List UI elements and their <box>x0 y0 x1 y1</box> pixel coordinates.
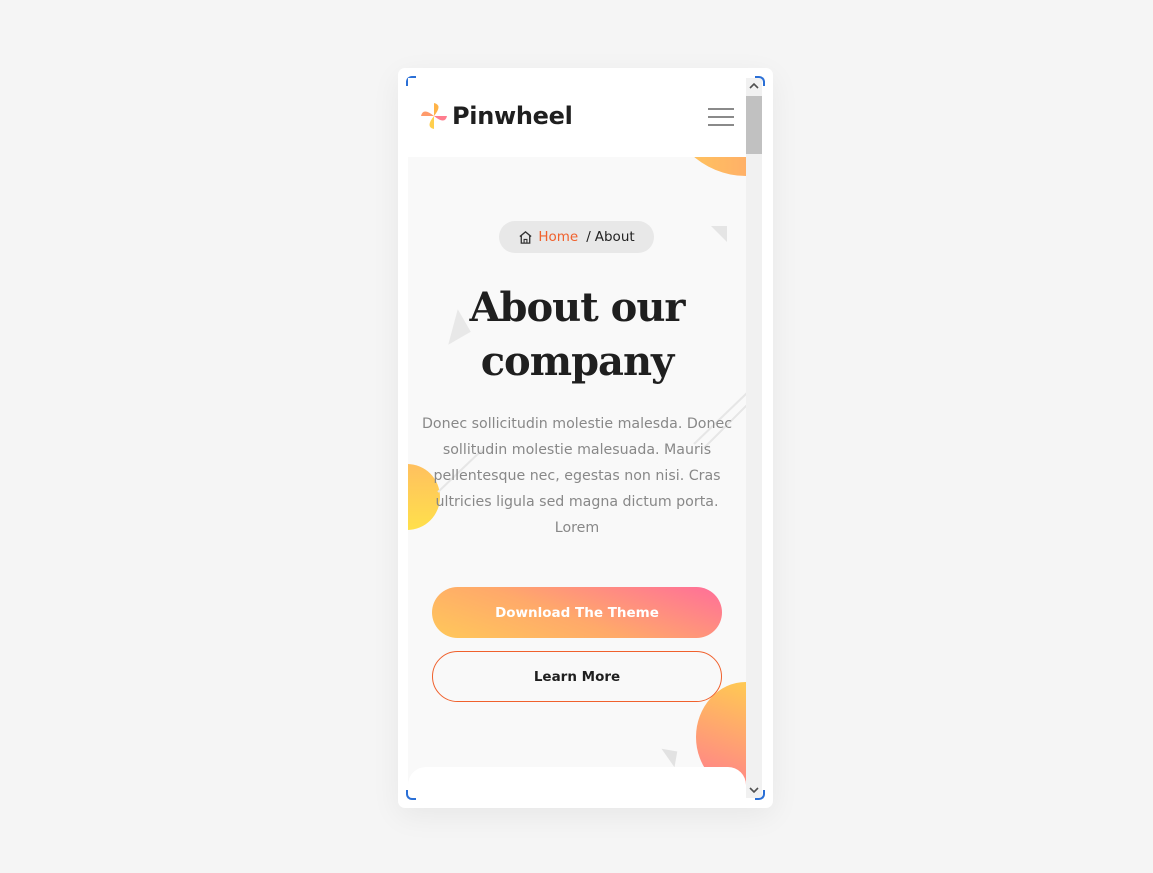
scrollbar[interactable] <box>746 78 762 798</box>
breadcrumb-separator: / <box>586 229 591 245</box>
hero-description: Donec sollicitudin molestie malesda. Don… <box>422 416 733 536</box>
logo[interactable]: Pinwheel <box>419 101 573 131</box>
hamburger-menu-icon[interactable] <box>708 108 735 128</box>
breadcrumb-home-link[interactable]: Home <box>538 229 578 245</box>
download-theme-button[interactable]: Download The Theme <box>432 587 722 638</box>
focus-corner-top-right <box>755 76 765 86</box>
learn-more-button[interactable]: Learn More <box>432 651 722 702</box>
page-title-line-1: About our <box>469 284 685 331</box>
site-header: Pinwheel <box>408 78 746 157</box>
content-card <box>408 767 746 798</box>
pinwheel-icon <box>421 103 447 129</box>
page-title-line-2: company <box>480 338 675 385</box>
decorative-triangle-bottom <box>658 748 678 768</box>
focus-corner-bottom-left <box>406 790 416 800</box>
breadcrumb: Home / About <box>499 221 654 253</box>
decorative-triangle-top <box>711 226 727 242</box>
focus-corner-bottom-right <box>755 790 765 800</box>
page-title: About our company <box>408 281 746 389</box>
page-viewport: Pinwheel Home / About About our company <box>408 78 746 798</box>
logo-text: Pinwheel <box>452 102 573 130</box>
home-icon[interactable] <box>518 230 533 245</box>
breadcrumb-current: About <box>594 229 635 245</box>
scrollbar-thumb[interactable] <box>746 96 762 154</box>
device-frame: Pinwheel Home / About About our company <box>398 68 773 808</box>
